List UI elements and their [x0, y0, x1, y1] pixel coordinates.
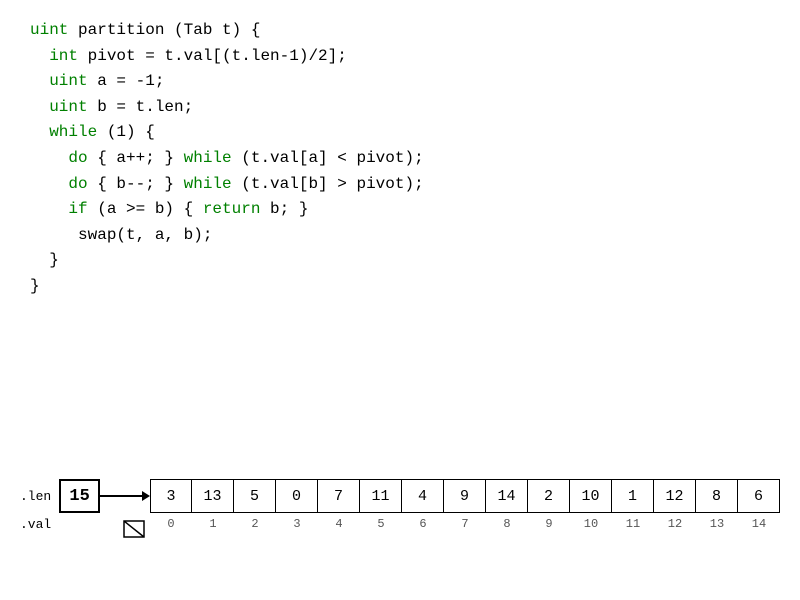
array-cell-5: 11	[360, 479, 402, 513]
array-cell-0: 3	[150, 479, 192, 513]
code-line-l10: }	[30, 248, 770, 274]
array-cell-8: 14	[486, 479, 528, 513]
array-cell-7: 9	[444, 479, 486, 513]
array-cell-3: 0	[276, 479, 318, 513]
array-cell-10: 10	[570, 479, 612, 513]
code-line-l11: }	[30, 274, 770, 300]
arrow-icon	[100, 479, 150, 513]
code-line-l3: uint a = -1;	[30, 69, 770, 95]
code-line-l2: int pivot = t.val[(t.len-1)/2];	[30, 44, 770, 70]
val-pointer-area	[122, 519, 800, 544]
array-cell-4: 7	[318, 479, 360, 513]
array-cell-14: 6	[738, 479, 780, 513]
array-cell-12: 12	[654, 479, 696, 513]
code-line-l5: while (1) {	[30, 120, 770, 146]
array-cell-9: 2	[528, 479, 570, 513]
val-pointer-icon	[122, 519, 152, 539]
code-line-l8: if (a >= b) { return b; }	[30, 197, 770, 223]
code-line-l9: swap(t, a, b);	[30, 223, 770, 249]
code-line-l7: do { b--; } while (t.val[b] > pivot);	[30, 172, 770, 198]
code-line-l1: uint partition (Tab t) {	[30, 18, 770, 44]
len-label: .len	[20, 479, 55, 513]
val-label: .val	[20, 513, 55, 535]
code-block: uint partition (Tab t) { int pivot = t.v…	[0, 0, 800, 318]
array-values-row: 31350711491421011286	[150, 479, 780, 513]
array-cell-11: 1	[612, 479, 654, 513]
array-cell-2: 5	[234, 479, 276, 513]
code-line-l4: uint b = t.len;	[30, 95, 770, 121]
len-value-box: 15	[59, 479, 100, 513]
visualization-area: .len .val 15 31350711491421011286 012345…	[20, 479, 780, 560]
array-labels: .len .val	[20, 479, 55, 535]
array-cell-6: 4	[402, 479, 444, 513]
array-cell-1: 13	[192, 479, 234, 513]
code-line-l6: do { a++; } while (t.val[a] < pivot);	[30, 146, 770, 172]
array-cell-13: 8	[696, 479, 738, 513]
arrow-container	[100, 479, 150, 513]
